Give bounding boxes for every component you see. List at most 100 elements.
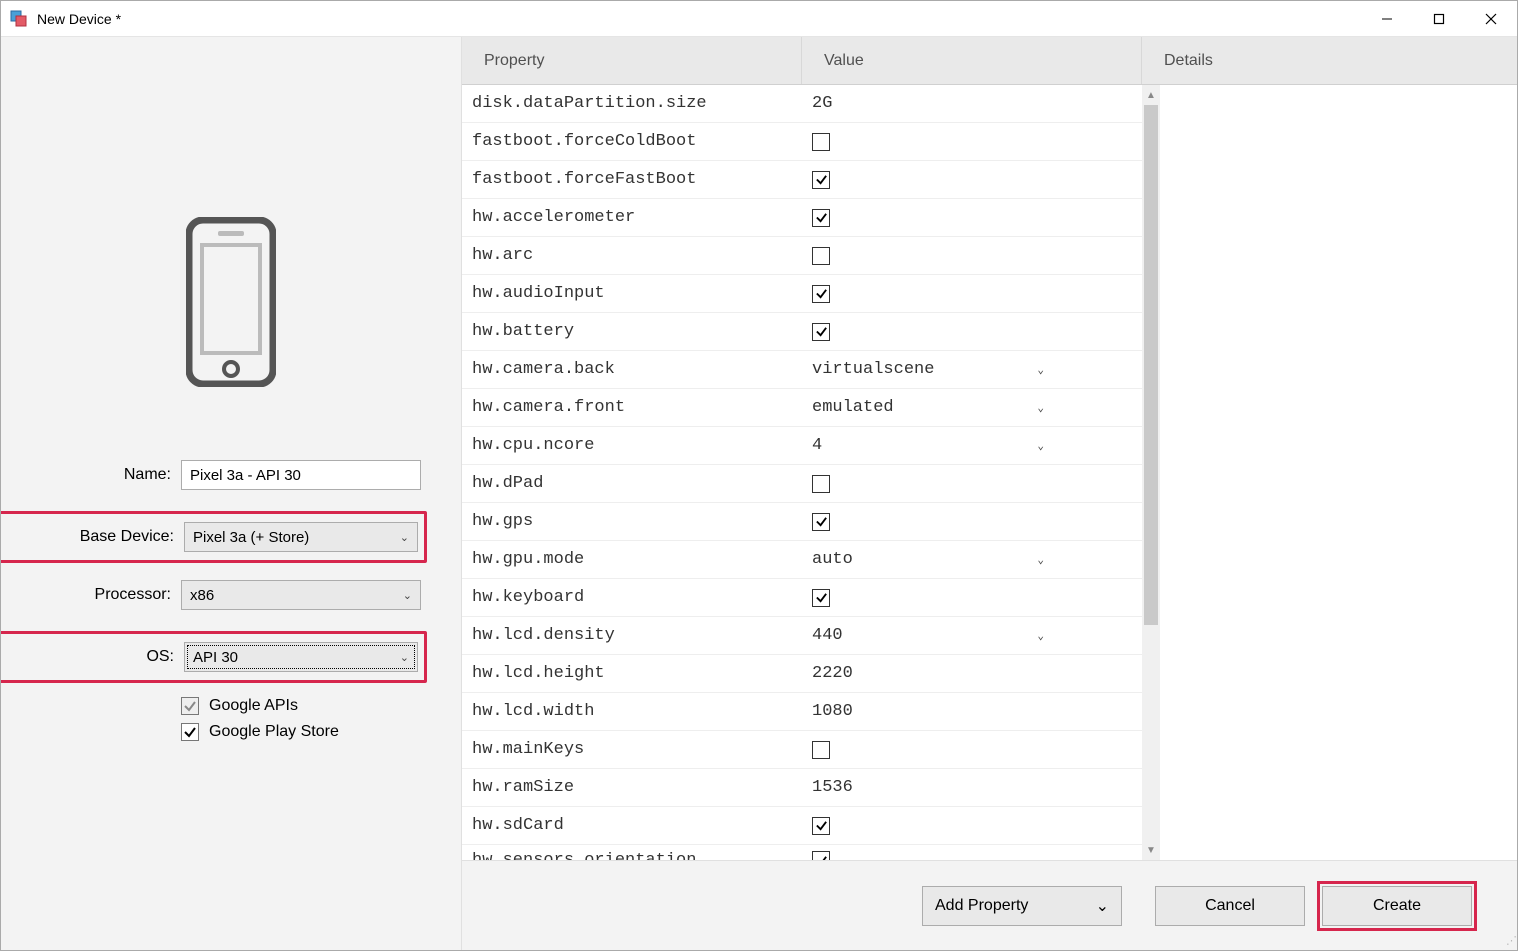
property-row[interactable]: hw.ramSize1536: [462, 769, 1142, 807]
property-name: fastboot.forceFastBoot: [462, 170, 802, 189]
property-name: hw.lcd.width: [462, 702, 802, 721]
header-property: Property: [462, 37, 802, 84]
property-row[interactable]: hw.sensors.orientation: [462, 845, 1142, 860]
property-value[interactable]: 1080: [802, 702, 1122, 721]
property-name: fastboot.forceColdBoot: [462, 132, 802, 151]
property-row[interactable]: hw.arc: [462, 237, 1142, 275]
base-device-select[interactable]: Pixel 3a (+ Store) ⌄: [184, 522, 418, 552]
property-value[interactable]: [802, 323, 1122, 341]
checkbox[interactable]: [812, 285, 830, 303]
property-value[interactable]: 2220: [802, 664, 1122, 683]
checkbox[interactable]: [812, 209, 830, 227]
property-table-header: Property Value Details: [462, 37, 1517, 85]
checkbox[interactable]: [812, 247, 830, 265]
checkbox[interactable]: [812, 133, 830, 151]
maximize-button[interactable]: [1413, 1, 1465, 36]
property-row[interactable]: hw.gps: [462, 503, 1142, 541]
property-row[interactable]: hw.camera.frontemulated⌄: [462, 389, 1142, 427]
property-name: hw.lcd.height: [462, 664, 802, 683]
property-value[interactable]: [802, 741, 1122, 759]
property-name: hw.camera.back: [462, 360, 802, 379]
checkbox[interactable]: [812, 171, 830, 189]
scroll-down-icon[interactable]: ▼: [1142, 840, 1160, 860]
value-text: 4: [812, 436, 822, 455]
property-value[interactable]: [802, 817, 1122, 835]
value-text: emulated: [812, 398, 894, 417]
checkbox[interactable]: [812, 513, 830, 531]
property-value[interactable]: [802, 513, 1122, 531]
phone-icon: [1, 217, 461, 387]
close-button[interactable]: [1465, 1, 1517, 36]
property-row[interactable]: hw.audioInput: [462, 275, 1142, 313]
property-row[interactable]: hw.gpu.modeauto⌄: [462, 541, 1142, 579]
property-name: hw.mainKeys: [462, 740, 802, 759]
property-row[interactable]: disk.dataPartition.size2G: [462, 85, 1142, 123]
property-value[interactable]: emulated⌄: [802, 394, 1122, 422]
processor-select[interactable]: x86 ⌄: [181, 580, 421, 610]
property-row[interactable]: hw.battery: [462, 313, 1142, 351]
value-select[interactable]: emulated⌄: [812, 394, 1062, 422]
base-device-label: Base Device:: [4, 528, 184, 546]
add-property-select[interactable]: Add Property ⌄: [922, 886, 1122, 926]
value-select[interactable]: 440 ⌄: [812, 622, 1062, 650]
property-row[interactable]: hw.mainKeys: [462, 731, 1142, 769]
property-value[interactable]: [802, 171, 1122, 189]
property-value[interactable]: [802, 133, 1122, 151]
minimize-button[interactable]: [1361, 1, 1413, 36]
property-value[interactable]: auto⌄: [802, 546, 1122, 574]
property-value[interactable]: [802, 247, 1122, 265]
property-value[interactable]: virtualscene⌄: [802, 356, 1122, 384]
property-row[interactable]: hw.lcd.density440⌄: [462, 617, 1142, 655]
property-value[interactable]: 4⌄: [802, 432, 1122, 460]
add-property-label: Add Property: [935, 897, 1028, 915]
chevron-down-icon: ⌄: [1037, 629, 1044, 643]
property-name: hw.ramSize: [462, 778, 802, 797]
property-name: hw.arc: [462, 246, 802, 265]
property-value[interactable]: 2G: [802, 94, 1122, 113]
cancel-button[interactable]: Cancel: [1155, 886, 1305, 926]
base-device-value: Pixel 3a (+ Store): [193, 529, 309, 546]
property-row[interactable]: hw.cpu.ncore4⌄: [462, 427, 1142, 465]
property-value[interactable]: 440 ⌄: [802, 622, 1122, 650]
google-play-label: Google Play Store: [209, 723, 339, 741]
property-row[interactable]: hw.dPad: [462, 465, 1142, 503]
property-value[interactable]: [802, 589, 1122, 607]
checkbox[interactable]: [812, 323, 830, 341]
resize-grip-icon[interactable]: ⋰: [1506, 934, 1514, 947]
checkbox[interactable]: [812, 817, 830, 835]
app-icon: [9, 9, 29, 29]
property-row[interactable]: fastboot.forceColdBoot: [462, 123, 1142, 161]
google-play-checkbox[interactable]: [181, 723, 199, 741]
property-value[interactable]: [802, 285, 1122, 303]
value-text: 440: [812, 626, 843, 645]
scrollbar-thumb[interactable]: [1144, 105, 1158, 625]
chevron-down-icon: ⌄: [403, 589, 412, 602]
property-row[interactable]: hw.camera.back virtualscene⌄: [462, 351, 1142, 389]
scrollbar[interactable]: ▲ ▼: [1142, 85, 1160, 860]
os-select[interactable]: API 30 ⌄: [184, 642, 418, 672]
property-row[interactable]: hw.lcd.height2220: [462, 655, 1142, 693]
create-button[interactable]: Create: [1322, 886, 1472, 926]
property-value[interactable]: [802, 209, 1122, 227]
property-row[interactable]: hw.accelerometer: [462, 199, 1142, 237]
property-name: hw.accelerometer: [462, 208, 802, 227]
value-select[interactable]: 4⌄: [812, 432, 1062, 460]
property-row[interactable]: hw.lcd.width1080: [462, 693, 1142, 731]
property-value[interactable]: 1536: [802, 778, 1122, 797]
scroll-up-icon[interactable]: ▲: [1142, 85, 1160, 105]
property-name: hw.audioInput: [462, 284, 802, 303]
details-panel: [1160, 85, 1517, 860]
property-row[interactable]: hw.keyboard: [462, 579, 1142, 617]
property-name: disk.dataPartition.size: [462, 94, 802, 113]
name-input[interactable]: [181, 460, 421, 490]
property-row[interactable]: fastboot.forceFastBoot: [462, 161, 1142, 199]
value-select[interactable]: virtualscene⌄: [812, 356, 1062, 384]
checkbox[interactable]: [812, 475, 830, 493]
checkbox[interactable]: [812, 741, 830, 759]
checkbox[interactable]: [812, 589, 830, 607]
checkbox[interactable]: [812, 851, 830, 860]
property-value[interactable]: [802, 475, 1122, 493]
property-value[interactable]: [802, 851, 1122, 860]
property-row[interactable]: hw.sdCard: [462, 807, 1142, 845]
value-select[interactable]: auto⌄: [812, 546, 1062, 574]
